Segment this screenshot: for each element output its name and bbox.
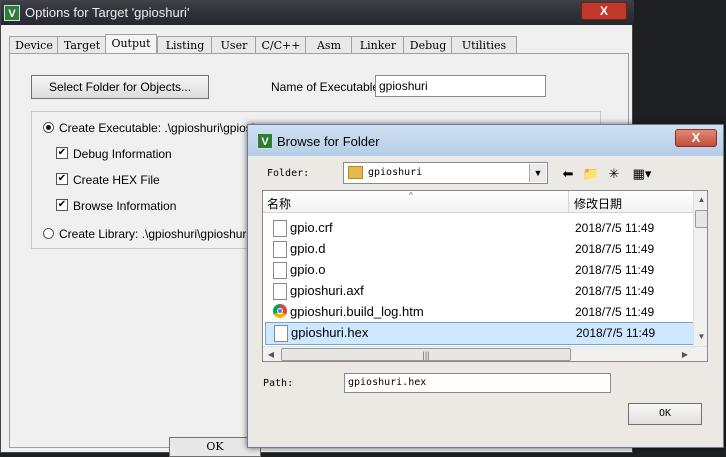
file-name: gpio.d [290,241,326,256]
file-date: 2018/7/5 11:49 [575,305,655,319]
chevron-down-icon[interactable]: ▼ [529,164,546,182]
back-arrow-icon[interactable]: ⬅ [559,165,577,183]
up-folder-icon[interactable]: 📁 [582,165,600,183]
file-list-header: 名称 ^ 修改日期 [263,191,693,213]
column-name-header[interactable]: 名称 [267,195,291,212]
file-row[interactable]: gpio.o 2018/7/5 11:49 [265,260,692,281]
scroll-left-icon[interactable]: ◀ [263,347,279,361]
folder-label: Folder: [267,168,310,179]
create-hex-checkbox[interactable]: ✔ [56,173,68,185]
path-input[interactable]: gpioshuri.hex [344,373,611,393]
browse-info-checkbox[interactable]: ✔ [56,199,68,211]
file-icon [273,241,287,258]
view-menu-icon[interactable]: ▦▾ [629,165,655,183]
folder-combo-value: gpioshuri [368,167,423,178]
browse-title: Browse for Folder [277,134,380,149]
file-name: gpioshuri.axf [290,283,364,298]
create-executable-radio[interactable] [43,122,54,133]
file-row-selected[interactable]: gpioshuri.hex 2018/7/5 11:49 [265,322,694,345]
horizontal-scroll-thumb[interactable]: ||| [281,348,571,361]
horizontal-scrollbar[interactable]: ◀ ||| ▶ [263,346,707,361]
browse-folder-dialog: V Browse for Folder X Folder: gpioshuri … [247,124,724,448]
file-icon [273,220,287,237]
name-of-executable-label: Name of Executable: [271,80,383,94]
create-library-label: Create Library: .\gpioshuri\gpioshuri.li… [59,227,265,241]
file-date: 2018/7/5 11:49 [575,242,655,256]
file-name: gpio.o [290,262,326,277]
folder-icon [348,166,363,179]
column-divider[interactable] [568,191,569,213]
browse-ok-button[interactable]: OK [628,403,702,425]
keil-app-icon: V [257,133,273,149]
scroll-up-icon[interactable]: ▲ [694,191,707,208]
options-title: Options for Target 'gpioshuri' [25,5,190,20]
file-name: gpioshuri.build_log.htm [290,304,424,319]
file-row[interactable]: gpio.crf 2018/7/5 11:49 [265,218,692,239]
options-tab-strip: Device Target Output Listing User C/C++ … [9,34,629,56]
scroll-right-icon[interactable]: ▶ [677,347,693,361]
chrome-icon [273,304,287,318]
file-date: 2018/7/5 11:49 [576,326,656,340]
path-label: Path: [263,378,294,389]
file-icon [273,262,287,279]
vertical-scroll-thumb[interactable] [695,210,707,228]
create-hex-label: Create HEX File [73,173,160,187]
browse-title-bar[interactable]: V Browse for Folder X [248,125,723,156]
keil-app-icon: V [4,5,20,21]
debug-info-checkbox[interactable]: ✔ [56,147,68,159]
browse-close-button[interactable]: X [675,129,717,147]
file-row[interactable]: gpioshuri.build_log.htm 2018/7/5 11:49 [265,302,692,323]
vertical-scrollbar[interactable]: ▲ ▼ [693,191,707,346]
file-row[interactable]: gpio.d 2018/7/5 11:49 [265,239,692,260]
browse-info-label: Browse Information [73,199,177,213]
file-name: gpio.crf [290,220,333,235]
file-list[interactable]: 名称 ^ 修改日期 gpio.crf 2018/7/5 11:49 gpio.d… [262,190,708,362]
scroll-down-icon[interactable]: ▼ [694,328,707,345]
file-name: gpioshuri.hex [291,325,369,340]
file-date: 2018/7/5 11:49 [575,263,655,277]
create-library-radio[interactable] [43,228,54,239]
column-date-header[interactable]: 修改日期 [574,195,622,212]
new-folder-icon[interactable]: ✳ [605,165,623,183]
file-date: 2018/7/5 11:49 [575,284,655,298]
select-folder-button[interactable]: Select Folder for Objects... [31,75,209,99]
options-close-button[interactable]: X [581,2,627,20]
options-title-bar[interactable]: V Options for Target 'gpioshuri' X [1,1,634,25]
file-row[interactable]: gpioshuri.axf 2018/7/5 11:49 [265,281,692,302]
sort-ascending-icon: ^ [409,191,413,200]
debug-info-label: Debug Information [73,147,172,161]
create-executable-label: Create Executable: .\gpioshuri\gpioshu [59,121,266,135]
file-date: 2018/7/5 11:49 [575,221,655,235]
file-icon [274,325,288,342]
name-of-executable-input[interactable]: gpioshuri [375,75,546,97]
file-icon [273,283,287,300]
folder-combo[interactable]: gpioshuri ▼ [343,162,548,184]
